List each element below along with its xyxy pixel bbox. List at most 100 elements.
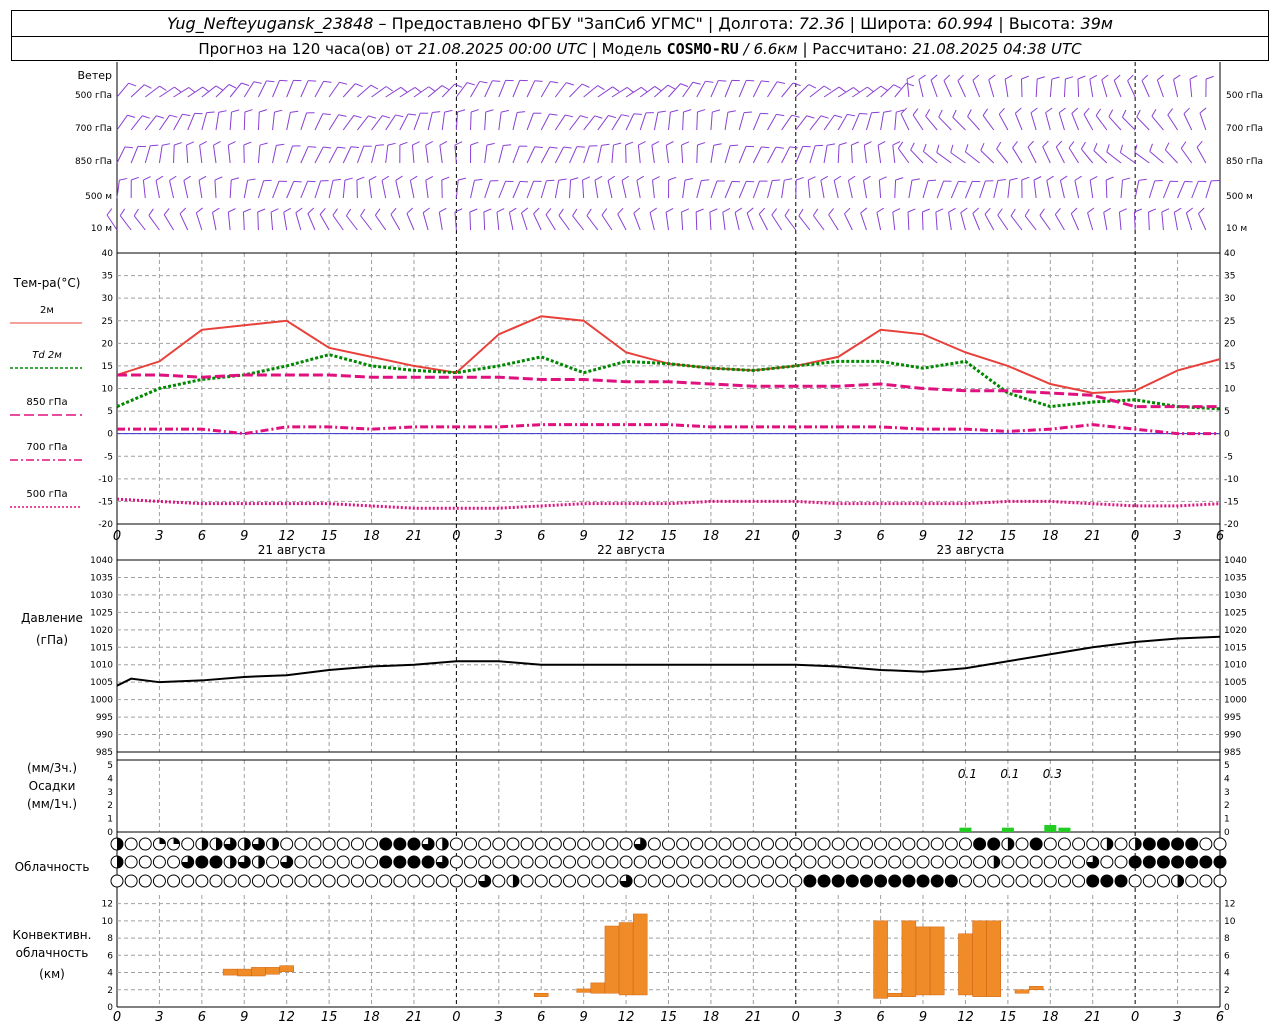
wind-barb (257, 180, 265, 199)
wind-barb (938, 116, 952, 131)
wind-barb-feather (621, 114, 630, 117)
wind-barb (283, 212, 288, 231)
wind-barb (636, 180, 641, 199)
cloud-symbol (195, 874, 209, 888)
wind-barb (286, 112, 291, 131)
wind-barb (601, 214, 613, 231)
wind-barb (342, 180, 346, 199)
wind-barb (798, 215, 811, 231)
conv-title-1: Конвективн. (13, 928, 92, 942)
wind-barb (1185, 212, 1193, 231)
wind-barb-feather (441, 85, 450, 91)
cloud-symbol (676, 837, 690, 851)
cloud-symbol (577, 874, 591, 888)
wind-barb-feather (695, 208, 704, 213)
conv-ytick-right: 2 (1224, 986, 1230, 996)
wind-barb (752, 180, 760, 199)
x-tick-label-bottom: 21 (1084, 1010, 1101, 1024)
wind-barb-feather (1087, 207, 1095, 214)
wind-barb (1120, 180, 1123, 199)
x-tick-label-bottom: 6 (198, 1010, 206, 1024)
wind-barb (314, 113, 324, 131)
wind-barb (332, 214, 344, 231)
wind-barb-feather (792, 82, 801, 87)
wind-barb-feather (212, 207, 220, 213)
wind-barb (144, 145, 151, 164)
wind-level-right: 500 м (1226, 192, 1253, 202)
wind-barb-feather (558, 178, 567, 181)
precip-ytick-right: 3 (1224, 788, 1230, 798)
wind-barb (328, 180, 334, 199)
wind-barb-feather (483, 208, 492, 213)
cloud-symbol (746, 874, 760, 888)
cloud-symbol (124, 874, 138, 888)
wind-barb-feather (601, 143, 610, 146)
wind-barb (158, 145, 163, 164)
wind-barb-feather (1009, 177, 1018, 181)
wind-barb (597, 86, 613, 98)
cloud-symbol (662, 837, 675, 851)
wind-barb (653, 112, 659, 131)
wind-barb (1199, 112, 1207, 131)
wind-barb (809, 145, 816, 164)
wind-barb-feather (948, 207, 956, 213)
wind-barb (512, 80, 521, 98)
wind-barb-feather (534, 146, 543, 149)
temp-ytick-right: -10 (1224, 475, 1239, 485)
wind-barb (1118, 212, 1122, 231)
cloud-symbol (760, 855, 774, 869)
wind-barb-feather (668, 176, 677, 181)
wind-barb-feather (1151, 108, 1157, 117)
wind-barb-feather (422, 207, 430, 214)
wind-barb-feather (565, 114, 574, 118)
wind-barb (1049, 79, 1053, 98)
wind-barb-feather (709, 208, 718, 213)
cloud-symbol (336, 855, 350, 869)
wind-barb-feather (1093, 143, 1098, 151)
wind-barb (724, 181, 733, 199)
wind-barb-feather (1033, 176, 1042, 181)
cloud-symbol (718, 874, 732, 888)
cloud-symbol (1072, 855, 1086, 869)
wind-barb-feather (1157, 74, 1164, 81)
cloud-symbol (1171, 837, 1185, 851)
wind-barb-feather (1083, 107, 1090, 115)
cloud-symbol (322, 837, 336, 851)
convective-bar (222, 968, 238, 976)
wind-barb (880, 84, 895, 98)
wind-barb (828, 214, 839, 231)
cloud-symbol (223, 874, 237, 888)
wind-barb (1074, 180, 1080, 199)
legend-label: 2м (40, 305, 54, 316)
wind-barb (356, 145, 365, 164)
wind-barb-feather (127, 114, 136, 118)
wind-barb (812, 215, 825, 231)
wind-barb (512, 112, 518, 131)
wind-barb-feather (467, 82, 475, 86)
wind-barb (1046, 180, 1051, 199)
pressure-title: Давление (21, 611, 83, 625)
wind-barb (583, 115, 596, 131)
cloud-symbol (520, 837, 534, 851)
wind-level-left: 850 гПа (75, 157, 112, 167)
wind-barb (935, 212, 938, 231)
wind-barb-feather (743, 111, 753, 114)
cloud-symbol (350, 874, 364, 888)
wind-barb-feather (355, 83, 363, 88)
wind-barb (918, 79, 924, 98)
wind-barb (936, 180, 945, 199)
wind-level-right: 850 гПа (1226, 157, 1263, 167)
wind-barb-feather (332, 178, 341, 181)
wind-barb-feather (521, 207, 529, 214)
wind-barb-feather (183, 175, 191, 181)
x-tick-label-mid: 0 (452, 529, 460, 544)
cloud-symbol (605, 874, 619, 888)
wind-barb-feather (485, 109, 494, 113)
temp-ytick-left: -10 (98, 475, 113, 485)
x-tick-label-bottom: 12 (618, 1010, 635, 1024)
wind-barb (681, 212, 684, 231)
wind-barb-feather (545, 208, 552, 215)
wind-barb-feather (847, 113, 856, 117)
wind-barb-feather (387, 142, 396, 146)
wind-barb-feather (863, 175, 871, 181)
